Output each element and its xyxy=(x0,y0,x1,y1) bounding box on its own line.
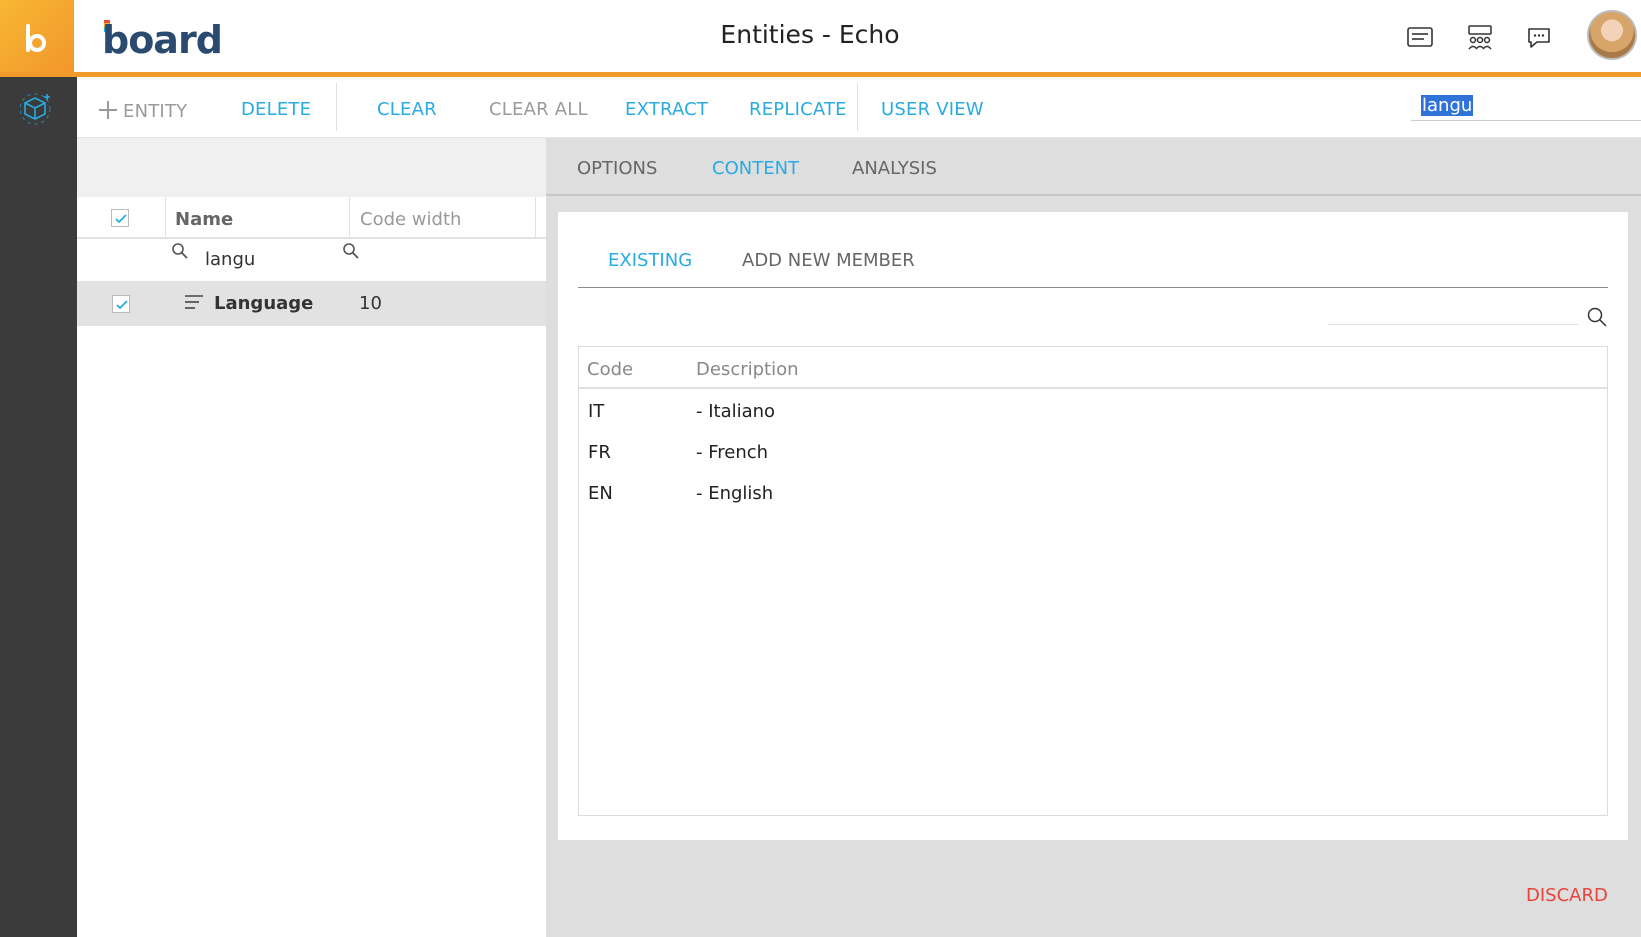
add-entity-label: ENTITY xyxy=(123,101,188,122)
brand-logo-text: board xyxy=(102,18,223,62)
board-b-icon xyxy=(26,23,46,52)
column-header-name[interactable]: Name xyxy=(175,209,233,230)
member-code: IT xyxy=(588,401,605,422)
left-rail xyxy=(0,77,77,937)
check-icon xyxy=(116,300,128,310)
entity-search-input[interactable]: langu xyxy=(1411,93,1641,121)
table-row[interactable]: EN - English xyxy=(579,473,1607,513)
tab-analysis[interactable]: ANALYSIS xyxy=(852,158,937,179)
table-row[interactable]: FR - French xyxy=(579,432,1607,472)
entity-hierarchy-icon xyxy=(185,295,203,309)
plus-icon xyxy=(99,101,117,119)
row-code-width: 10 xyxy=(359,293,382,314)
toolbar: ENTITY DELETE CLEAR CLEAR ALL EXTRACT RE… xyxy=(77,77,1641,138)
row-checkbox[interactable] xyxy=(112,295,130,313)
clear-all-button[interactable]: CLEAR ALL xyxy=(489,99,588,120)
row-name: Language xyxy=(214,293,314,314)
members-table: Code Description IT - Italiano FR - Fren… xyxy=(578,346,1608,816)
brand-logo: board xyxy=(102,14,223,62)
discard-button[interactable]: DISCARD xyxy=(1526,885,1608,906)
check-icon xyxy=(115,214,127,224)
app-home-button[interactable] xyxy=(0,0,74,77)
member-code: FR xyxy=(588,442,611,463)
select-all-checkbox[interactable] xyxy=(111,209,129,227)
entity-detail-panel: OPTIONS CONTENT ANALYSIS EXISTING ADD NE… xyxy=(546,138,1641,937)
subtab-add-new-member[interactable]: ADD NEW MEMBER xyxy=(742,250,915,271)
content-subtabs: EXISTING ADD NEW MEMBER xyxy=(578,212,1608,288)
extract-button[interactable]: EXTRACT xyxy=(625,99,708,120)
member-code: EN xyxy=(588,483,613,504)
organization-icon[interactable] xyxy=(1465,22,1495,52)
column-divider xyxy=(349,197,350,239)
detail-tabs: OPTIONS CONTENT ANALYSIS xyxy=(546,138,1641,196)
filter-row xyxy=(77,239,546,281)
cards-icon[interactable] xyxy=(1405,22,1435,52)
table-row[interactable]: IT - Italiano xyxy=(579,391,1607,431)
search-icon[interactable] xyxy=(1586,306,1608,328)
app-header: board Entities - Echo xyxy=(0,0,1641,77)
delete-button[interactable]: DELETE xyxy=(241,99,311,120)
toolbar-divider xyxy=(857,83,858,131)
tab-options[interactable]: OPTIONS xyxy=(577,158,657,179)
subtab-existing[interactable]: EXISTING xyxy=(608,250,692,271)
column-header-description[interactable]: Description xyxy=(696,359,799,380)
cube-settings-icon[interactable] xyxy=(20,92,54,126)
filter-search-icon[interactable] xyxy=(342,242,360,260)
filter-search-icon xyxy=(172,243,188,259)
column-header-code-width[interactable]: Code width xyxy=(360,209,461,230)
entity-list-panel: Name Code width langu Language 10 xyxy=(77,138,546,937)
member-search-input[interactable] xyxy=(1328,324,1578,325)
member-description: - English xyxy=(696,483,774,504)
add-entity-button[interactable]: ENTITY xyxy=(99,99,187,122)
column-header-code[interactable]: Code xyxy=(587,359,633,380)
search-selected-text: langu xyxy=(1421,95,1474,116)
column-divider xyxy=(535,197,536,239)
user-avatar[interactable] xyxy=(1587,10,1637,60)
list-panel-top xyxy=(77,138,546,197)
replicate-button[interactable]: REPLICATE xyxy=(749,99,847,120)
column-divider xyxy=(165,197,166,239)
member-description: - French xyxy=(696,442,769,463)
user-view-button[interactable]: USER VIEW xyxy=(881,99,984,120)
content-card: EXISTING ADD NEW MEMBER Code Description… xyxy=(558,212,1628,840)
chat-icon[interactable] xyxy=(1524,22,1554,52)
member-description: - Italiano xyxy=(696,401,776,422)
clear-button[interactable]: CLEAR xyxy=(377,99,437,120)
members-table-header: Code Description xyxy=(579,347,1607,389)
tab-content[interactable]: CONTENT xyxy=(712,158,799,179)
toolbar-divider xyxy=(336,83,337,131)
list-header xyxy=(77,197,546,239)
page-title: Entities - Echo xyxy=(720,20,900,49)
name-filter-input[interactable]: langu xyxy=(205,249,255,270)
